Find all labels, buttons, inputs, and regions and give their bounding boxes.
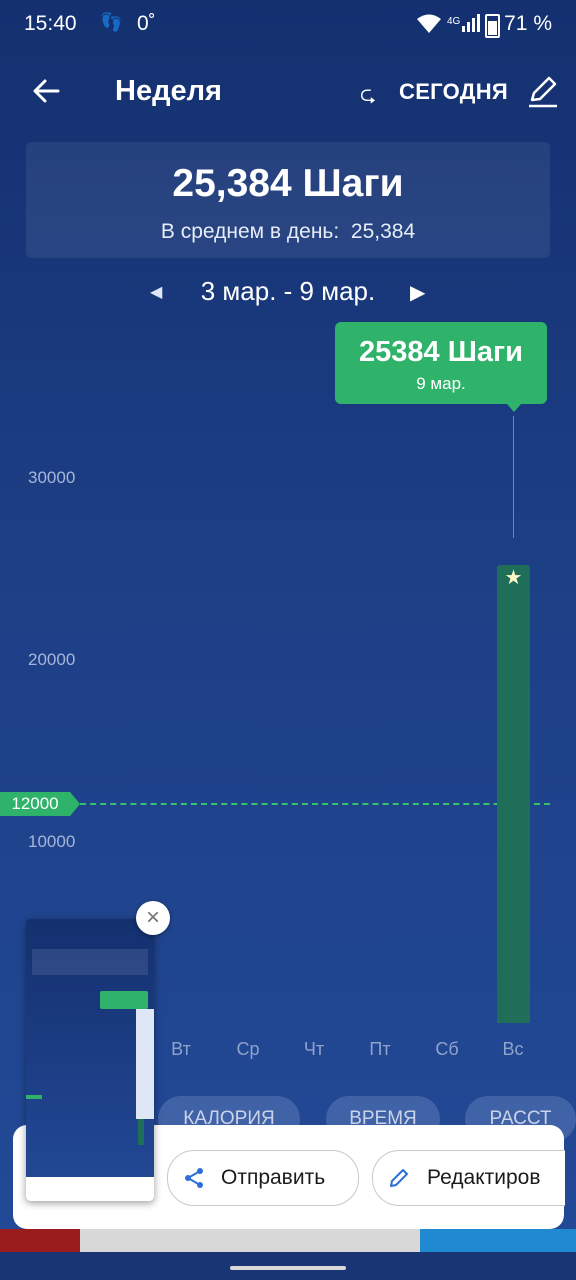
return-today-icon[interactable]: ⮎ [360,80,376,114]
wifi-icon [417,14,441,33]
today-button[interactable]: СЕГОДНЯ [399,79,508,105]
x-tick-thu[interactable]: Чт [294,1039,334,1060]
ad-banner [80,1229,420,1252]
y-tick-10000: 10000 [28,832,76,851]
x-tick-sun[interactable]: Вс [493,1039,533,1060]
back-arrow-icon[interactable] [30,74,64,108]
goal-line [80,803,550,805]
edit-button[interactable]: Редактиров [372,1150,565,1206]
share-icon [185,1168,203,1188]
preview-bar [138,1119,144,1145]
edit-label: Редактиров [427,1166,541,1189]
date-range: 3 мар. - 9 мар. [200,276,376,306]
page-title: Неделя [115,75,222,107]
avg-value: 25,384 [350,220,416,243]
preview-summary [32,949,148,975]
ad-thumbnail [0,1229,80,1252]
battery-icon [485,14,500,38]
share-label: Отправить [221,1166,326,1189]
summary-card: 25,384 Шаги В среднем в день: 25,384 [26,142,550,258]
signal-icon [462,14,480,32]
preview-tooltip [100,991,148,1009]
x-tick-sat[interactable]: Сб [427,1039,467,1060]
share-button[interactable]: Отправить [167,1150,359,1206]
x-tick-fri[interactable]: Пт [360,1039,400,1060]
y-tick-20000: 20000 [28,650,76,669]
daily-average: В среднем в день: 25,384 [26,220,550,244]
ad-button [420,1229,576,1252]
tooltip-line [513,416,514,538]
status-bar: 15:40 👣 0˚ 4G 71 % [0,0,576,50]
selected-day-tooltip: 25384 Шаги 9 мар. [335,322,547,404]
next-week-icon[interactable]: ▶ [410,280,425,305]
preview-image [26,919,154,1201]
underlying-app-strip [0,1229,576,1252]
x-tick-tue[interactable]: Вт [161,1039,201,1060]
y-tick-30000: 30000 [28,468,76,487]
screenshot-preview[interactable] [26,919,154,1201]
preview-ad [26,1177,154,1201]
x-tick-wed[interactable]: Ср [228,1039,268,1060]
total-steps: 25,384 Шаги [172,162,404,205]
pencil-icon[interactable] [526,74,560,108]
network-type: 4G [447,16,461,27]
footsteps-icon: 👣 [100,12,123,32]
status-time: 15:40 [24,12,77,35]
preview-goal [26,1095,42,1099]
goal-badge: 12000 [0,792,80,816]
battery-level: 71 % [504,12,552,35]
home-gesture-handle[interactable] [230,1266,346,1270]
preview-toolbar [136,1009,154,1119]
star-icon: ★ [504,567,523,589]
edit-pencil-icon [390,1169,408,1187]
tooltip-pointer [507,404,521,412]
tooltip-steps: 25384 Шаги [359,336,523,368]
status-temperature: 0˚ [137,12,156,35]
bar-sunday[interactable] [497,565,530,1023]
avg-label: В среднем в день: [160,220,340,243]
tooltip-date: 9 мар. [416,374,466,393]
close-preview-icon[interactable]: × [136,901,170,935]
